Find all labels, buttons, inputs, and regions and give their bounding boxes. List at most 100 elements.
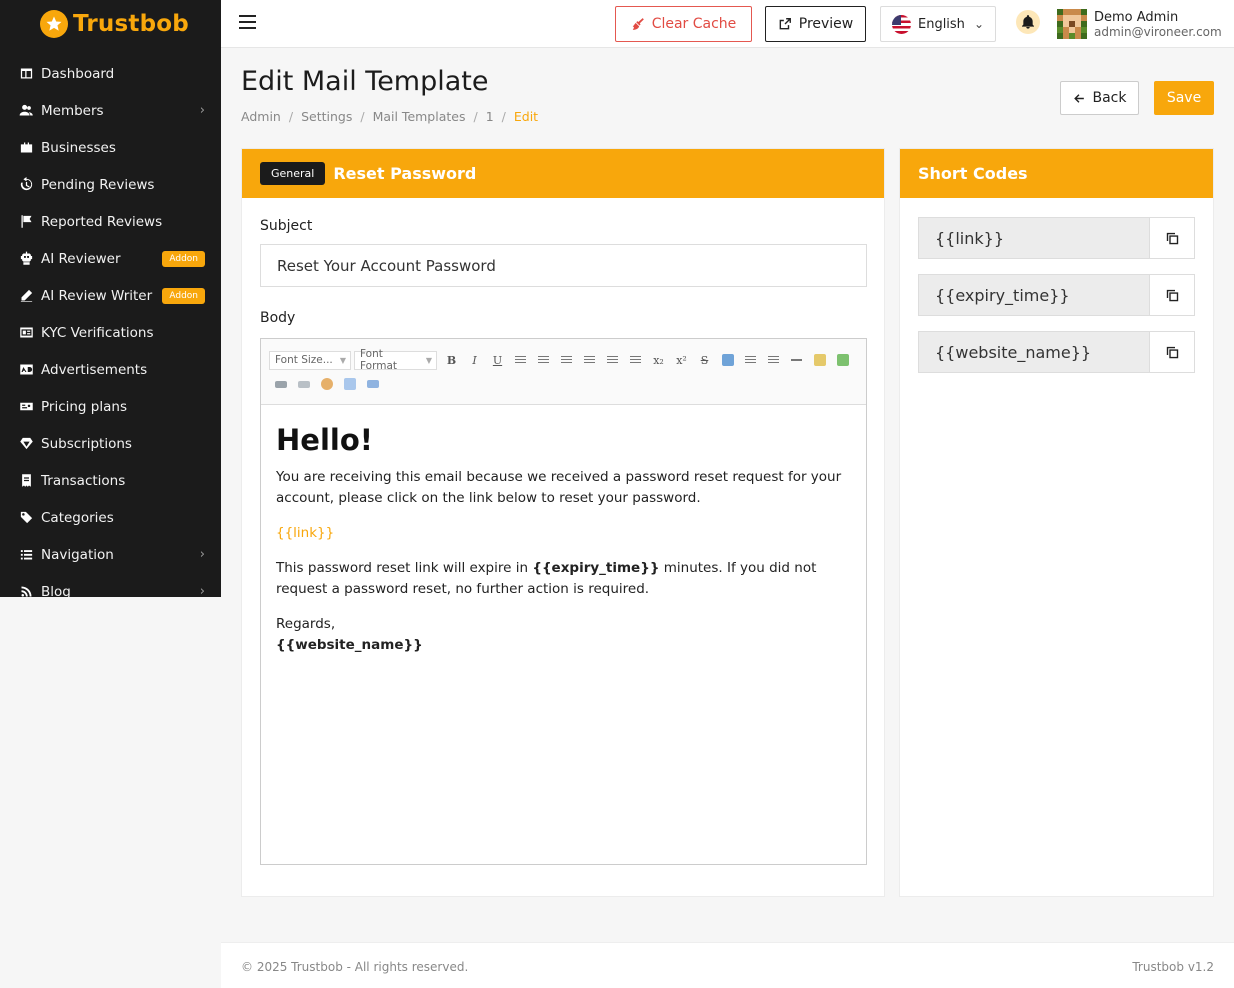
subject-input[interactable] xyxy=(260,244,867,287)
avatar[interactable] xyxy=(1057,9,1087,39)
strikethrough-icon[interactable]: S xyxy=(693,351,716,370)
user-email: admin@vironeer.com xyxy=(1094,25,1222,39)
sidebar-item-blog[interactable]: Blog › xyxy=(0,573,221,597)
brand-logo[interactable]: Trustbob xyxy=(0,0,221,48)
addon-badge: Addon xyxy=(162,287,205,304)
align-center-icon[interactable] xyxy=(532,351,555,370)
shortcodes-card-header: Short Codes xyxy=(900,149,1213,198)
list-icon xyxy=(18,547,34,563)
italic-icon[interactable]: I xyxy=(463,351,486,370)
sidebar-item-transactions[interactable]: Transactions xyxy=(0,462,221,499)
sidebar-item-reported-reviews[interactable]: Reported Reviews xyxy=(0,203,221,240)
ad-icon xyxy=(18,362,34,378)
sidebar-item-navigation[interactable]: Navigation › xyxy=(0,536,221,573)
copy-icon[interactable] xyxy=(1149,218,1194,258)
topbar: Clear Cache Preview English ⌄ Demo Admin… xyxy=(221,0,1234,48)
briefcase-icon xyxy=(18,140,34,156)
align-right-icon[interactable] xyxy=(555,351,578,370)
email-regards: Regards, xyxy=(276,616,336,632)
sidebar-item-dashboard[interactable]: Dashboard xyxy=(0,55,221,92)
rss-icon xyxy=(18,584,34,598)
sidebar-item-label: Subscriptions xyxy=(41,435,132,452)
pen-icon xyxy=(18,288,34,304)
superscript-icon[interactable]: x² xyxy=(670,351,693,370)
align-justify-icon[interactable] xyxy=(578,351,601,370)
sidebar-item-label: Pricing plans xyxy=(41,398,127,415)
editor-toolbar: Font Size... ▼ Font Format ▼ B I U x₂ x² S xyxy=(261,339,866,405)
sidebar-item-categories[interactable]: Categories xyxy=(0,499,221,536)
underline-icon[interactable]: U xyxy=(486,351,509,370)
footer: © 2025 Trustbob - All rights reserved. T… xyxy=(221,942,1234,988)
font-format-select[interactable]: Font Format ▼ xyxy=(354,348,437,372)
sidebar: Trustbob Dashboard Members › Businesses Pend… xyxy=(0,0,221,597)
remove-format-icon[interactable] xyxy=(716,351,739,370)
breadcrumb-separator: / xyxy=(288,109,294,124)
ordered-list-icon[interactable] xyxy=(601,351,624,370)
sidebar-item-advertisements[interactable]: Advertisements xyxy=(0,351,221,388)
email-expiry-paragraph: This password reset link will expire in … xyxy=(276,558,851,600)
bold-icon[interactable]: B xyxy=(440,351,463,370)
group-badge: General xyxy=(260,162,326,185)
chevron-right-icon: › xyxy=(199,103,205,118)
sidebar-item-pricing-plans[interactable]: Pricing plans xyxy=(0,388,221,425)
chevron-right-icon: › xyxy=(199,584,205,597)
sidebar-item-subscriptions[interactable]: Subscriptions xyxy=(0,425,221,462)
user-name[interactable]: Demo Admin xyxy=(1094,10,1178,25)
sidebar-item-ai-reviewer[interactable]: AI Reviewer Addon xyxy=(0,240,221,277)
flag-icon xyxy=(18,214,34,230)
sidebar-item-kyc-verifications[interactable]: KYC Verifications xyxy=(0,314,221,351)
clear-cache-button[interactable]: Clear Cache xyxy=(615,6,752,42)
sidebar-item-label: AI Review Writer xyxy=(41,287,153,304)
copy-icon[interactable] xyxy=(1149,332,1194,372)
tags-icon xyxy=(18,510,34,526)
upload-icon[interactable] xyxy=(831,351,854,370)
color-palette-icon[interactable] xyxy=(315,375,338,394)
sidebar-item-label: Reported Reviews xyxy=(41,213,163,230)
email-paragraph: You are receiving this email because we … xyxy=(276,469,842,506)
notification-bell-icon[interactable] xyxy=(1016,10,1040,34)
menu-toggle-icon[interactable] xyxy=(239,15,256,31)
unordered-list-icon[interactable] xyxy=(624,351,647,370)
back-button[interactable]: Back xyxy=(1060,81,1139,115)
preview-box-icon[interactable] xyxy=(361,375,384,394)
save-button[interactable]: Save xyxy=(1154,81,1214,115)
image-icon[interactable] xyxy=(808,351,831,370)
align-left-icon[interactable] xyxy=(509,351,532,370)
email-signature: {{website_name}} xyxy=(276,637,423,653)
indent-icon[interactable] xyxy=(739,351,762,370)
dropdown-arrow-icon: ▼ xyxy=(339,355,346,365)
version-text: Trustbob v1.2 xyxy=(1132,960,1214,974)
shortcode-value[interactable]: {{expiry_time}} xyxy=(919,275,1149,315)
editor-content[interactable]: Hello! You are receiving this email beca… xyxy=(261,405,866,674)
horizontal-rule-icon[interactable] xyxy=(785,351,808,370)
link-icon[interactable] xyxy=(269,375,292,394)
sidebar-item-businesses[interactable]: Businesses xyxy=(0,129,221,166)
breadcrumb-item[interactable]: Admin xyxy=(241,109,281,124)
users-icon xyxy=(18,103,34,119)
copy-icon[interactable] xyxy=(1149,275,1194,315)
sidebar-nav: Dashboard Members › Businesses Pending Revie… xyxy=(0,55,221,597)
rich-text-editor[interactable]: Font Size... ▼ Font Format ▼ B I U x₂ x² S xyxy=(260,338,867,865)
sidebar-item-ai-review-writer[interactable]: AI Review Writer Addon xyxy=(0,277,221,314)
sidebar-item-label: KYC Verifications xyxy=(41,324,154,341)
html-source-icon[interactable] xyxy=(338,375,361,394)
font-size-select[interactable]: Font Size... ▼ xyxy=(269,350,351,370)
breadcrumb-item[interactable]: Mail Templates xyxy=(373,109,466,124)
subscript-icon[interactable]: x₂ xyxy=(647,351,670,370)
shortcode-value[interactable]: {{website_name}} xyxy=(919,332,1149,372)
brand-name: Trustbob xyxy=(73,11,189,37)
unlink-icon[interactable] xyxy=(292,375,315,394)
template-card-header: General Reset Password xyxy=(242,149,884,198)
shortcode-value[interactable]: {{link}} xyxy=(919,218,1149,258)
sidebar-item-label: Advertisements xyxy=(41,361,148,378)
language-select[interactable]: English ⌄ xyxy=(880,6,996,42)
shortcode-item: {{expiry_time}} xyxy=(918,274,1195,316)
breadcrumb-item[interactable]: 1 xyxy=(486,109,494,124)
outdent-icon[interactable] xyxy=(762,351,785,370)
preview-button[interactable]: Preview xyxy=(765,6,866,42)
breadcrumb-item: Edit xyxy=(513,109,539,124)
breadcrumb-item[interactable]: Settings xyxy=(301,109,352,124)
sidebar-item-label: AI Reviewer xyxy=(41,250,121,267)
sidebar-item-members[interactable]: Members › xyxy=(0,92,221,129)
sidebar-item-pending-reviews[interactable]: Pending Reviews xyxy=(0,166,221,203)
